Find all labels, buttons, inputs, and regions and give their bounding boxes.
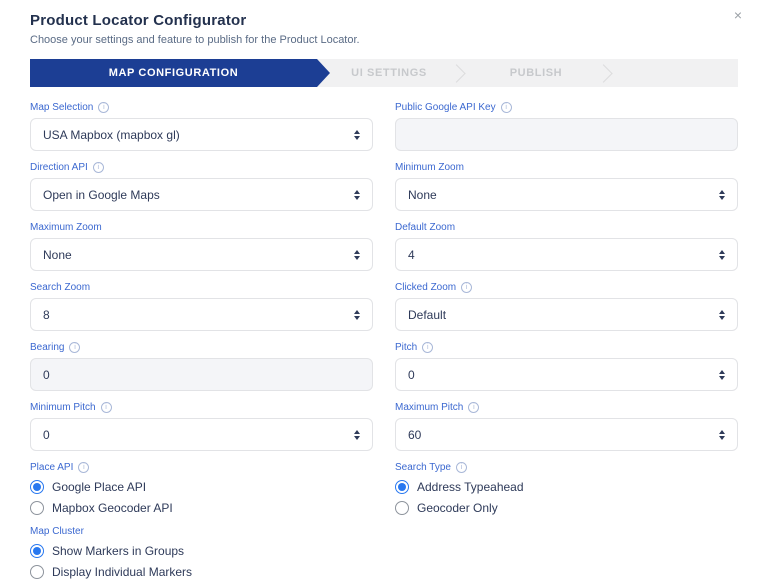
field-label: Direction API — [30, 162, 88, 173]
field-label: Search Type — [395, 462, 451, 473]
select-value: 60 — [408, 427, 422, 442]
field-label: Bearing — [30, 342, 65, 353]
radio-unselected-icon — [30, 501, 44, 515]
field-maximum-pitch: Maximum Pitch i 60 — [395, 402, 738, 451]
chevron-right-icon — [447, 63, 466, 83]
minimum-pitch-select[interactable]: 0 — [30, 418, 373, 451]
info-icon[interactable]: i — [422, 342, 434, 353]
field-label: Search Zoom — [30, 282, 91, 293]
info-icon[interactable]: i — [98, 102, 110, 113]
field-label: Default Zoom — [395, 222, 456, 233]
maximum-pitch-select[interactable]: 60 — [395, 418, 738, 451]
page-subtitle: Choose your settings and feature to publ… — [30, 34, 360, 46]
field-minimum-zoom: Minimum Zoom None — [395, 162, 738, 211]
field-label: Maximum Zoom — [30, 222, 102, 233]
field-label: Map Selection — [30, 102, 94, 113]
field-default-zoom: Default Zoom 4 — [395, 222, 738, 271]
field-map-cluster: Map Cluster Show Markers in Groups Displ… — [30, 526, 373, 579]
radio-address-typeahead[interactable]: Address Typeahead — [395, 480, 738, 494]
bearing-input[interactable] — [30, 358, 373, 391]
settings-form: Map Selection i USA Mapbox (mapbox gl) P… — [30, 102, 738, 579]
tab-ui-settings[interactable]: UI SETTINGS — [330, 59, 448, 87]
radio-selected-icon — [30, 544, 44, 558]
select-stepper-icon — [354, 309, 360, 320]
select-value: 0 — [43, 427, 50, 442]
select-value: None — [408, 187, 437, 202]
info-icon[interactable]: i — [100, 402, 112, 413]
radio-selected-icon — [30, 480, 44, 494]
radio-google-place-api[interactable]: Google Place API — [30, 480, 373, 494]
empty-cell — [395, 526, 738, 579]
public-google-api-key-input[interactable] — [395, 118, 738, 151]
clicked-zoom-select[interactable]: Default — [395, 298, 738, 331]
select-stepper-icon — [354, 129, 360, 140]
field-label: Map Cluster — [30, 526, 84, 537]
field-map-selection: Map Selection i USA Mapbox (mapbox gl) — [30, 102, 373, 151]
direction-api-select[interactable]: Open in Google Maps — [30, 178, 373, 211]
pitch-select[interactable]: 0 — [395, 358, 738, 391]
select-value: None — [43, 247, 72, 262]
select-stepper-icon — [719, 249, 725, 260]
select-stepper-icon — [719, 369, 725, 380]
search-zoom-select[interactable]: 8 — [30, 298, 373, 331]
select-value: 0 — [408, 367, 415, 382]
field-minimum-pitch: Minimum Pitch i 0 — [30, 402, 373, 451]
info-icon[interactable]: i — [455, 462, 467, 473]
field-public-google-api-key: Public Google API Key i — [395, 102, 738, 151]
minimum-zoom-select[interactable]: None — [395, 178, 738, 211]
field-direction-api: Direction API i Open in Google Maps — [30, 162, 373, 211]
chevron-right-icon — [594, 63, 613, 83]
field-clicked-zoom: Clicked Zoom i Default — [395, 282, 738, 331]
field-bearing: Bearing i — [30, 342, 373, 391]
select-value: 8 — [43, 307, 50, 322]
field-search-type: Search Type i Address Typeahead Geocoder… — [395, 462, 738, 515]
radio-unselected-icon — [395, 501, 409, 515]
info-icon[interactable]: i — [500, 102, 512, 113]
field-label: Public Google API Key — [395, 102, 496, 113]
default-zoom-select[interactable]: 4 — [395, 238, 738, 271]
field-label: Minimum Pitch — [30, 402, 96, 413]
info-icon[interactable]: i — [92, 162, 104, 173]
wizard-tabbar: MAP CONFIGURATION UI SETTINGS PUBLISH — [30, 59, 738, 87]
map-selection-select[interactable]: USA Mapbox (mapbox gl) — [30, 118, 373, 151]
select-value: USA Mapbox (mapbox gl) — [43, 127, 180, 142]
radio-geocoder-only[interactable]: Geocoder Only — [395, 501, 738, 515]
info-icon[interactable]: i — [69, 342, 81, 353]
field-label: Minimum Zoom — [395, 162, 464, 173]
info-icon[interactable]: i — [78, 462, 90, 473]
select-stepper-icon — [354, 189, 360, 200]
radio-mapbox-geocoder-api[interactable]: Mapbox Geocoder API — [30, 501, 373, 515]
field-label: Pitch — [395, 342, 418, 353]
select-stepper-icon — [719, 429, 725, 440]
select-stepper-icon — [354, 429, 360, 440]
field-label: Clicked Zoom — [395, 282, 457, 293]
product-locator-configurator-dialog: Product Locator Configurator Choose your… — [0, 0, 768, 579]
field-maximum-zoom: Maximum Zoom None — [30, 222, 373, 271]
info-icon[interactable]: i — [461, 282, 473, 293]
radio-unselected-icon — [30, 565, 44, 579]
page-title: Product Locator Configurator — [30, 12, 247, 29]
select-stepper-icon — [719, 189, 725, 200]
select-value: 4 — [408, 247, 415, 262]
radio-display-individual-markers[interactable]: Display Individual Markers — [30, 565, 373, 579]
radio-show-markers-in-groups[interactable]: Show Markers in Groups — [30, 544, 373, 558]
field-place-api: Place API i Google Place API Mapbox Geoc… — [30, 462, 373, 515]
tab-publish[interactable]: PUBLISH — [477, 59, 595, 87]
select-stepper-icon — [354, 249, 360, 260]
tab-map-configuration[interactable]: MAP CONFIGURATION — [30, 59, 330, 87]
select-value: Open in Google Maps — [43, 187, 160, 202]
close-icon[interactable]: × — [734, 8, 742, 22]
maximum-zoom-select[interactable]: None — [30, 238, 373, 271]
info-icon[interactable]: i — [468, 402, 480, 413]
select-stepper-icon — [719, 309, 725, 320]
field-search-zoom: Search Zoom 8 — [30, 282, 373, 331]
field-label: Maximum Pitch — [395, 402, 464, 413]
field-label: Place API — [30, 462, 74, 473]
field-pitch: Pitch i 0 — [395, 342, 738, 391]
radio-selected-icon — [395, 480, 409, 494]
select-value: Default — [408, 307, 447, 322]
